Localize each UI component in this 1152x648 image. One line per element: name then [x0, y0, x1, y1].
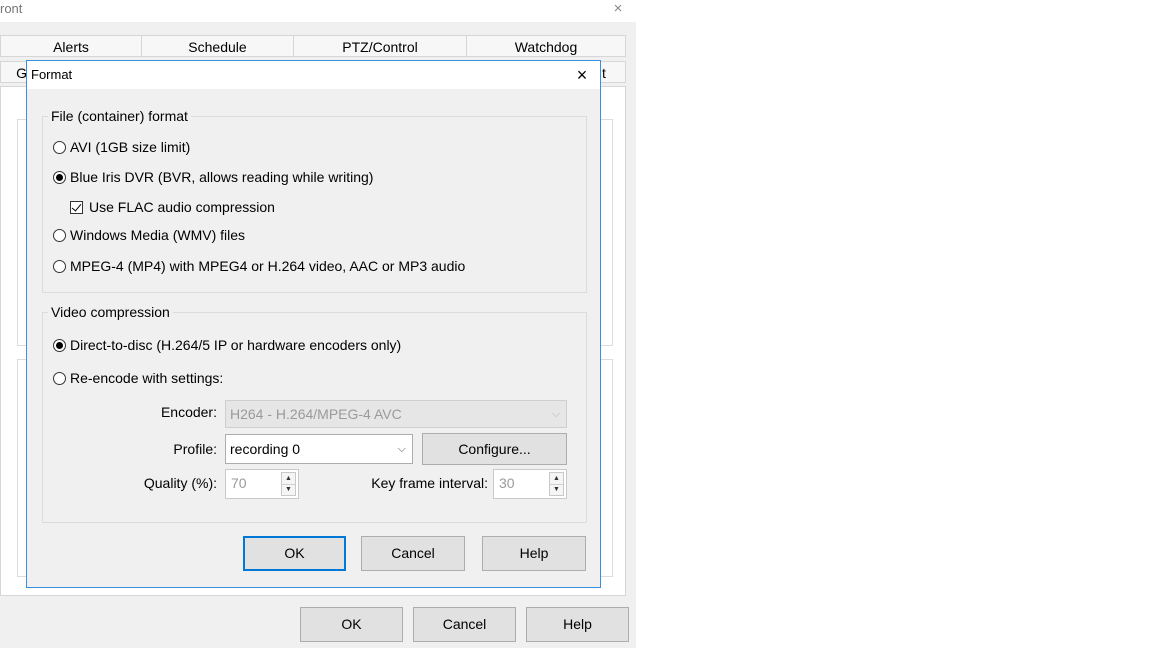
radio-direct-to-disc-label: Direct-to-disc (H.264/5 IP or hardware e… [70, 337, 402, 353]
encoder-value: H264 - H.264/MPEG-4 AVC [230, 406, 402, 422]
radio-re-encode[interactable]: Re-encode with settings: [53, 370, 223, 386]
keyframe-label: Key frame interval: [371, 475, 488, 491]
quality-spin-buttons[interactable]: ▲ ▼ [281, 472, 296, 496]
format-dialog: Format × File (container) format AVI (1G… [26, 60, 601, 588]
radio-wmv-label: Windows Media (WMV) files [70, 227, 246, 243]
file-format-legend: File (container) format [48, 108, 191, 124]
quality-value: 70 [231, 475, 247, 491]
close-icon[interactable]: × [569, 63, 595, 87]
radio-avi-label: AVI (1GB size limit) [70, 139, 191, 155]
profile-label: Profile: [173, 441, 217, 457]
radio-mp4-indicator[interactable] [53, 259, 66, 273]
parent-close-icon[interactable]: × [608, 0, 628, 20]
profile-value: recording 0 [230, 441, 301, 457]
radio-direct-to-disc-indicator[interactable] [53, 338, 66, 352]
radio-bvr-label: Blue Iris DVR (BVR, allows reading while… [70, 169, 374, 185]
configure-button[interactable]: Configure... [422, 433, 567, 465]
parent-window-title: ront [0, 1, 23, 16]
radio-avi[interactable]: AVI (1GB size limit) [53, 139, 190, 155]
tab-row2-right[interactable]: t [598, 61, 626, 83]
radio-bvr-indicator[interactable] [53, 170, 66, 184]
parent-cancel-button[interactable]: Cancel [413, 607, 516, 642]
quality-spinner[interactable]: 70 ▲ ▼ [225, 469, 299, 499]
help-button[interactable]: Help [482, 536, 586, 571]
radio-wmv[interactable]: Windows Media (WMV) files [53, 227, 245, 243]
radio-re-encode-indicator[interactable] [53, 371, 66, 385]
tab-watchdog[interactable]: Watchdog [466, 35, 626, 57]
encoder-select[interactable]: H264 - H.264/MPEG-4 AVC ⌵ [225, 400, 567, 428]
parent-ok-button[interactable]: OK [300, 607, 403, 642]
flac-checkbox[interactable]: Use FLAC audio compression [70, 199, 275, 215]
keyframe-spinner[interactable]: 30 ▲ ▼ [493, 469, 567, 499]
radio-avi-indicator[interactable] [53, 140, 66, 154]
video-compression-legend: Video compression [48, 304, 173, 320]
keyframe-spin-buttons[interactable]: ▲ ▼ [549, 472, 564, 496]
cancel-button[interactable]: Cancel [361, 536, 465, 571]
radio-mp4-label: MPEG-4 (MP4) with MPEG4 or H.264 video, … [70, 258, 466, 274]
tab-schedule[interactable]: Schedule [141, 35, 294, 57]
radio-re-encode-label: Re-encode with settings: [70, 370, 224, 386]
dialog-title-bar: Format × [27, 61, 600, 89]
ok-button[interactable]: OK [243, 536, 346, 571]
parent-title-bar: ront × [0, 0, 636, 22]
dialog-title: Format [31, 67, 73, 82]
spin-down-icon[interactable]: ▼ [282, 484, 295, 495]
radio-mp4[interactable]: MPEG-4 (MP4) with MPEG4 or H.264 video, … [53, 258, 465, 274]
spin-down-icon[interactable]: ▼ [550, 484, 563, 495]
flac-checkbox-indicator[interactable] [70, 200, 83, 214]
radio-wmv-indicator[interactable] [53, 228, 66, 242]
radio-direct-to-disc[interactable]: Direct-to-disc (H.264/5 IP or hardware e… [53, 337, 401, 353]
chevron-down-icon: ⌵ [397, 443, 406, 455]
tab-ptz-control[interactable]: PTZ/Control [293, 35, 467, 57]
parent-help-button[interactable]: Help [526, 607, 629, 642]
encoder-label: Encoder: [160, 404, 217, 420]
radio-bvr[interactable]: Blue Iris DVR (BVR, allows reading while… [53, 169, 373, 185]
keyframe-value: 30 [499, 475, 515, 491]
quality-label: Quality (%): [143, 475, 217, 491]
tab-alerts[interactable]: Alerts [0, 35, 142, 57]
chevron-down-icon: ⌵ [551, 408, 560, 420]
profile-select[interactable]: recording 0 ⌵ [225, 434, 413, 464]
flac-checkbox-label: Use FLAC audio compression [89, 199, 275, 215]
